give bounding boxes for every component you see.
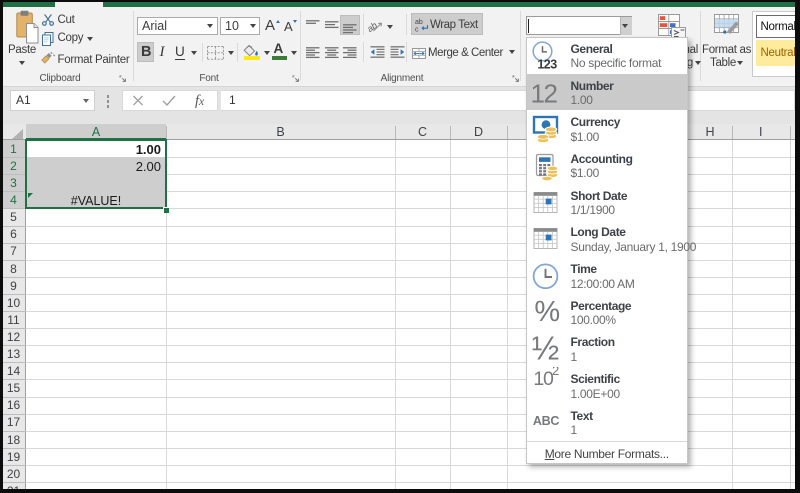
svg-text:½: ½ <box>531 330 559 367</box>
svg-text:10: 10 <box>533 368 554 390</box>
svg-text:12: 12 <box>530 78 557 108</box>
svg-text:%: % <box>534 295 559 327</box>
svg-text:ABC: ABC <box>532 414 558 428</box>
svg-text:c: c <box>415 26 419 32</box>
svg-text:ab: ab <box>415 19 423 26</box>
svg-text:2: 2 <box>552 367 559 378</box>
svg-text:123: 123 <box>537 57 557 71</box>
